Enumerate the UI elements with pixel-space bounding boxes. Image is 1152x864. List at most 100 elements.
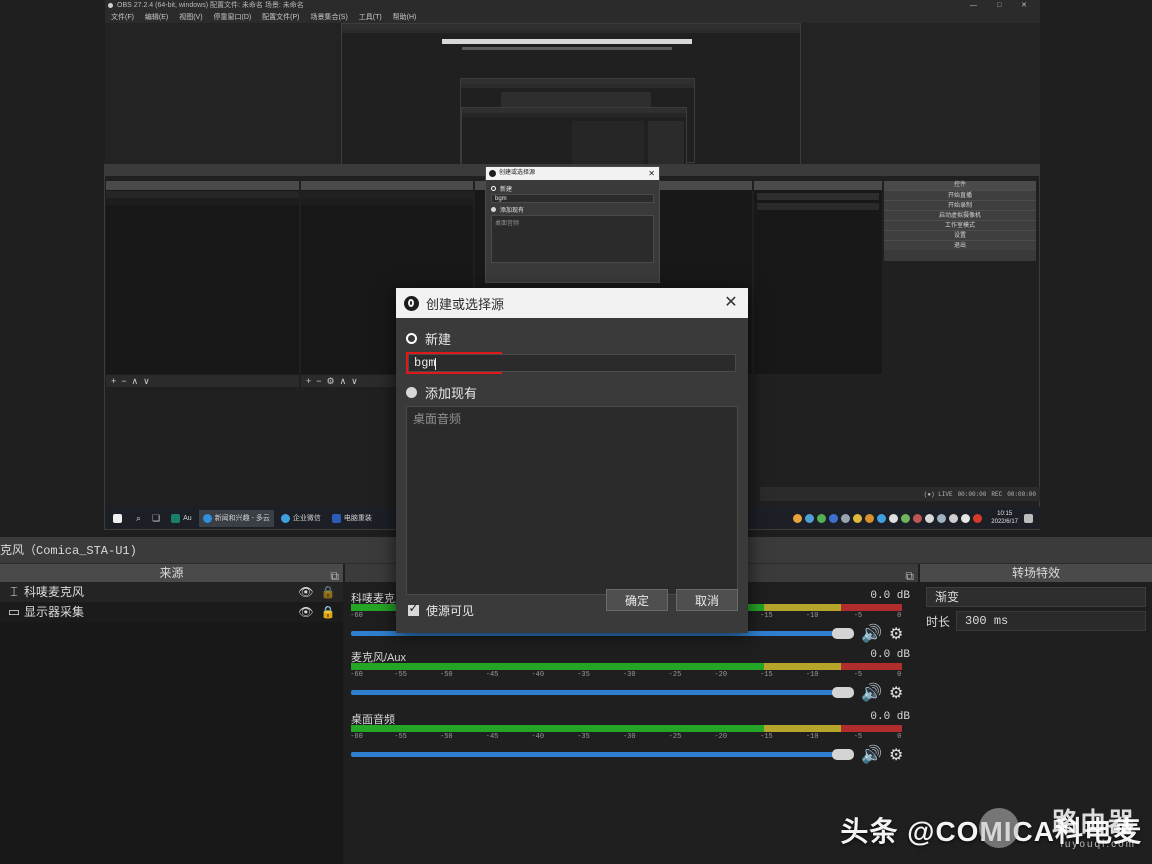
list-item[interactable]: ▭ 显示器采集 👁 🔒 — [0, 602, 343, 622]
sources-list[interactable]: ⌶ 科唛麦克风 👁 🔒 ▭ 显示器采集 👁 🔒 — [0, 582, 343, 864]
sources-panel-title: 来源 — [159, 566, 183, 580]
nested-radio-new[interactable] — [491, 186, 496, 191]
menu-edit[interactable]: 编辑(E) — [145, 14, 168, 21]
volume-slider-track[interactable] — [351, 690, 836, 695]
watermark-overlay-big: 路由器 — [1052, 807, 1136, 837]
nested-start-stream-button[interactable]: 开始直播 — [884, 190, 1036, 200]
unlock-icon[interactable]: 🔒 — [317, 582, 339, 602]
radio-new[interactable] — [406, 333, 417, 344]
menu-view[interactable]: 视图(V) — [179, 14, 202, 21]
nested-exit-button[interactable]: 退出 — [884, 240, 1036, 250]
speaker-icon[interactable]: 🔊 — [861, 745, 882, 765]
gear-icon[interactable]: ⚙ — [889, 683, 903, 703]
menu-file[interactable]: 文件(F) — [111, 14, 134, 21]
search-button[interactable]: ⌕ — [132, 510, 145, 527]
nested-radio-existing[interactable] — [491, 207, 496, 212]
source-name-input[interactable]: bgm — [408, 354, 736, 372]
volume-slider-knob[interactable] — [832, 749, 854, 760]
meter-ticks: -60-55-50 -45-40-35 -30-25-20 -15-10-5 0 — [351, 732, 902, 742]
nested-virtual-cam-button[interactable]: 启动虚拟摄像机 — [884, 210, 1036, 220]
volume-slider-knob[interactable] — [832, 687, 854, 698]
taskbar-item-label: 企业微信 — [293, 513, 321, 523]
volume-slider-track[interactable] — [351, 752, 836, 757]
microphone-tray-icon[interactable] — [925, 514, 934, 523]
meter-ticks: -60-55-50 -45-40-35 -30-25-20 -15-10-5 0 — [351, 670, 902, 680]
nested-radio-new-label: 新建 — [500, 184, 512, 193]
nested-start-record-button[interactable]: 开始录制 — [884, 200, 1036, 210]
volume-slider-knob[interactable] — [832, 628, 854, 639]
speaker-icon[interactable]: 🔊 — [861, 683, 882, 703]
duration-input[interactable]: 300 ms — [956, 611, 1146, 631]
volume-slider-row[interactable]: 🔊 ⚙ — [349, 747, 914, 763]
eye-icon[interactable]: 👁 — [295, 582, 317, 602]
task-view-button[interactable]: ❏ — [148, 510, 164, 527]
taskbar-item-label: Au — [183, 515, 192, 522]
volume-tray-icon[interactable] — [949, 514, 958, 523]
obs-outer-title-text: OBS 27.2.4 (64-bit, windows) 配置文件: 未命名 场… — [117, 2, 304, 9]
menu-docks[interactable]: 停靠窗口(D) — [214, 14, 252, 21]
make-source-visible-checkbox[interactable] — [408, 605, 419, 616]
display-tray-icon[interactable] — [937, 514, 946, 523]
tray-icon-8[interactable] — [877, 514, 886, 523]
ok-button[interactable]: 确定 — [606, 589, 668, 611]
channel-db: 0.0 dB — [870, 711, 910, 723]
tray-icon-6[interactable] — [853, 514, 862, 523]
tray-icon-3[interactable] — [817, 514, 826, 523]
edge-icon — [203, 514, 212, 523]
menu-tools[interactable]: 工具(T) — [359, 14, 382, 21]
list-item[interactable]: 桌面音频 — [413, 411, 737, 428]
make-source-visible-label: 使源可见 — [426, 602, 474, 619]
start-button[interactable] — [109, 510, 129, 527]
channel-db: 0.0 dB — [870, 590, 910, 602]
tray-icon-5[interactable] — [841, 514, 850, 523]
tray-icon-2[interactable] — [805, 514, 814, 523]
nested-close-icon[interactable]: ✕ — [648, 167, 655, 180]
radio-new-row[interactable]: 新建 — [406, 328, 738, 348]
ime-tray-icon[interactable] — [961, 514, 970, 523]
search-icon: ⌕ — [136, 513, 141, 524]
sogou-tray-icon[interactable] — [973, 514, 982, 523]
volume-slider-row[interactable]: 🔊 ⚙ — [349, 685, 914, 701]
close-icon[interactable]: ✕ — [720, 292, 742, 314]
speaker-icon[interactable]: 🔊 — [861, 624, 882, 644]
existing-sources-list[interactable]: 桌面音频 — [406, 406, 738, 595]
tray-icon-7[interactable] — [865, 514, 874, 523]
obs-outer-titlebar: OBS 27.2.4 (64-bit, windows) 配置文件: 未命名 场… — [105, 0, 1040, 12]
gear-icon[interactable]: ⚙ — [889, 745, 903, 765]
taskbar-item-audition[interactable]: Au — [167, 510, 196, 527]
menu-help[interactable]: 帮助(H) — [393, 14, 417, 21]
transition-select[interactable]: 渐变 — [926, 587, 1146, 607]
eye-icon[interactable]: 👁 — [295, 602, 317, 622]
taskbar-clock[interactable]: 10:15 2022/6/17 — [991, 510, 1018, 526]
tray-icon-11[interactable] — [913, 514, 922, 523]
popout-icon[interactable]: ⧉ — [905, 567, 914, 585]
taskbar-item-label: 电脑重装 — [344, 513, 372, 523]
source-name: 显示器采集 — [24, 602, 295, 622]
obs-outer-menubar[interactable]: 文件(F) 编辑(E) 视图(V) 停靠窗口(D) 配置文件(P) 场景集合(S… — [105, 12, 1040, 23]
nested-name-input[interactable]: bgm — [491, 194, 654, 203]
radio-existing[interactable] — [406, 387, 417, 398]
gear-icon[interactable]: ⚙ — [889, 624, 903, 644]
window-controls[interactable]: — □ ✕ — [970, 0, 1036, 12]
lock-icon[interactable]: 🔒 — [317, 602, 339, 622]
tray-icon-1[interactable] — [793, 514, 802, 523]
tray-icon-9[interactable] — [889, 514, 898, 523]
live-timer: 00:00:00 — [958, 491, 987, 498]
radio-existing-row[interactable]: 添加现有 — [406, 382, 738, 402]
notifications-icon[interactable] — [1024, 514, 1033, 523]
windows-start-icon — [113, 514, 122, 523]
tray-icon-10[interactable] — [901, 514, 910, 523]
nested-studio-mode-button[interactable]: 工作室模式 — [884, 220, 1036, 230]
menu-profile[interactable]: 配置文件(P) — [262, 14, 299, 21]
taskbar-item-edge[interactable]: 新闻和兴趣 - 多云 — [199, 510, 274, 527]
nested-scene-buttons[interactable]: +−∧∨ — [106, 375, 299, 387]
list-item[interactable]: ⌶ 科唛麦克风 👁 🔒 — [0, 582, 343, 602]
system-tray[interactable]: 10:15 2022/6/17 — [793, 507, 1036, 529]
nested-existing-list[interactable]: 桌面音频 — [491, 215, 654, 263]
nested-settings-button[interactable]: 设置 — [884, 230, 1036, 240]
tray-icon-4[interactable] — [829, 514, 838, 523]
taskbar-item-wecom[interactable]: 企业微信 — [277, 510, 325, 527]
menu-scene-collection[interactable]: 场景集合(S) — [310, 14, 347, 21]
cancel-button[interactable]: 取消 — [676, 589, 738, 611]
taskbar-item-word[interactable]: 电脑重装 — [328, 510, 376, 527]
